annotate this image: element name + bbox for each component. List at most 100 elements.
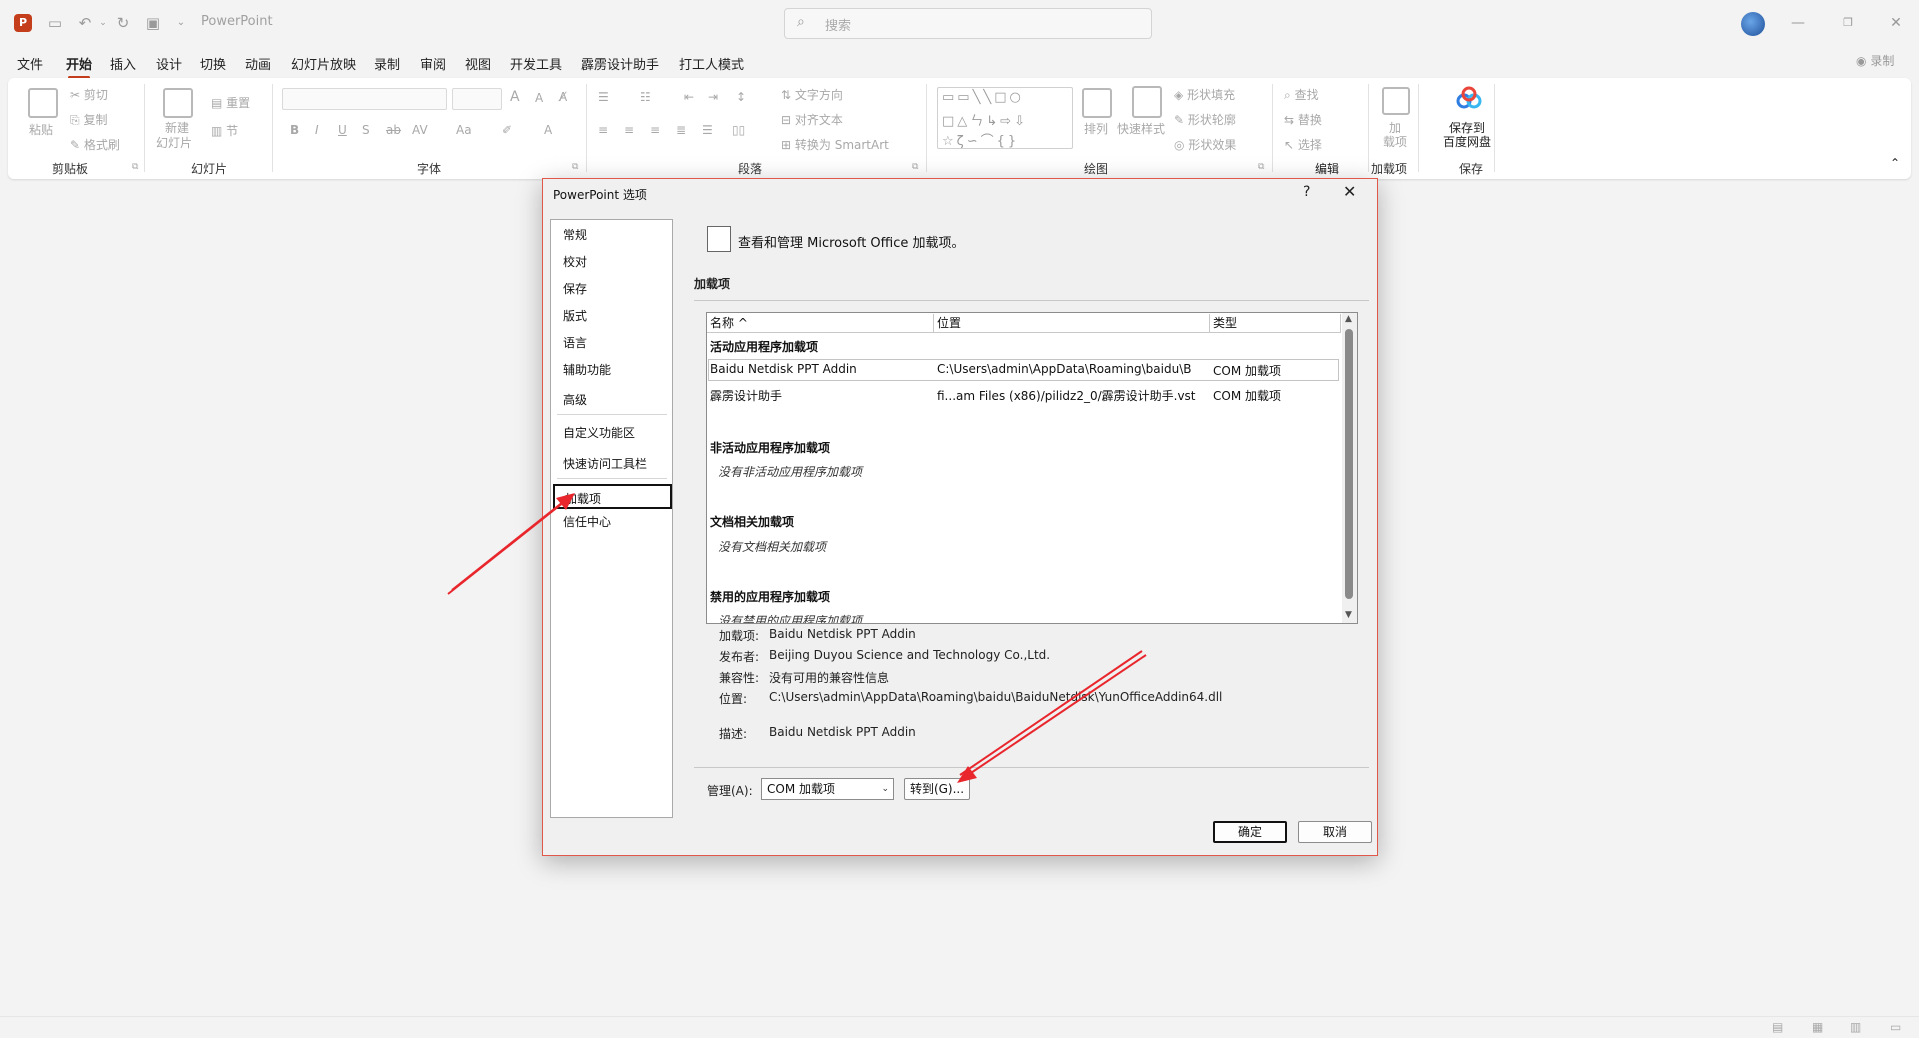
shapes-row-3-icon[interactable]: ☆ζ∽⌒{} bbox=[942, 130, 1019, 149]
clipboard-launcher-icon[interactable]: ⧉ bbox=[132, 162, 138, 172]
addins-icon[interactable] bbox=[1382, 87, 1410, 115]
customize-qat-icon[interactable]: ⌄ bbox=[170, 12, 192, 34]
addins-list[interactable]: 名称 ^ 位置 类型 活动应用程序加载项 Baidu Netdisk PPT A… bbox=[706, 312, 1358, 624]
list-scrollbar[interactable]: ▲ ▼ bbox=[1342, 313, 1357, 623]
save-to-netdisk-label-2[interactable]: 百度网盘 bbox=[1443, 133, 1491, 150]
row-1-name[interactable]: Baidu Netdisk PPT Addin bbox=[710, 362, 932, 376]
record-button[interactable]: ◉ 录制 bbox=[1856, 52, 1894, 69]
close-window-icon[interactable]: ✕ bbox=[1884, 12, 1908, 34]
shape-outline-button[interactable]: ✎ 形状轮廓 bbox=[1174, 111, 1236, 128]
redo-icon[interactable]: ↻ bbox=[112, 12, 134, 34]
tab-review[interactable]: 审阅 bbox=[420, 54, 446, 73]
baidu-netdisk-icon[interactable] bbox=[1455, 86, 1483, 112]
shapes-row-1-icon[interactable]: ▭▭╲╲□○ bbox=[942, 90, 1024, 105]
paragraph-launcher-icon[interactable]: ⧉ bbox=[912, 162, 918, 172]
row-1-type[interactable]: COM 加载项 bbox=[1213, 362, 1339, 379]
reading-view-icon[interactable]: ▥ bbox=[1850, 1020, 1861, 1034]
nav-language[interactable]: 语言 bbox=[563, 334, 587, 351]
tab-pili-assistant[interactable]: 霹雳设计助手 bbox=[581, 54, 659, 73]
font-launcher-icon[interactable]: ⧉ bbox=[572, 162, 578, 172]
decrease-indent-icon[interactable]: ⇤ bbox=[684, 90, 694, 104]
save-icon[interactable]: ▭ bbox=[44, 12, 66, 34]
row-1-location[interactable]: C:\Users\admin\AppData\Roaming\baidu\B bbox=[937, 362, 1209, 376]
normal-view-icon[interactable]: ▤ bbox=[1772, 1020, 1783, 1034]
shape-fill-button[interactable]: ◈ 形状填充 bbox=[1174, 86, 1235, 103]
nav-trust-center[interactable]: 信任中心 bbox=[563, 513, 611, 530]
nav-general[interactable]: 常规 bbox=[563, 226, 587, 243]
grow-font-button[interactable]: A bbox=[510, 89, 520, 105]
search-input[interactable]: ⌕ 搜索 bbox=[784, 8, 1152, 39]
bullets-icon[interactable]: ☰ bbox=[598, 90, 609, 104]
tab-insert[interactable]: 插入 bbox=[110, 54, 136, 73]
row-2-location[interactable]: fi...am Files (x86)/pilidz2_0/霹雳设计助手.vst bbox=[937, 387, 1209, 404]
sorter-view-icon[interactable]: ▦ bbox=[1812, 1020, 1823, 1034]
arrange-button[interactable]: 排列 bbox=[1084, 120, 1108, 137]
undo-dropdown-icon[interactable]: ⌄ bbox=[92, 12, 114, 34]
smartart-button[interactable]: ⊞ 转换为 SmartArt bbox=[781, 136, 889, 153]
font-name-combo[interactable] bbox=[282, 88, 447, 110]
nav-proofing[interactable]: 校对 bbox=[563, 253, 587, 270]
clear-format-icon[interactable]: A̸ bbox=[559, 90, 567, 104]
minimize-icon[interactable]: — bbox=[1786, 12, 1810, 34]
font-size-combo[interactable] bbox=[452, 88, 502, 110]
nav-customize-ribbon[interactable]: 自定义功能区 bbox=[563, 424, 635, 441]
increase-indent-icon[interactable]: ⇥ bbox=[708, 90, 718, 104]
justify-icon[interactable]: ≣ bbox=[676, 123, 686, 137]
new-slide-icon[interactable] bbox=[163, 88, 193, 118]
paste-icon[interactable] bbox=[28, 88, 58, 118]
tab-design[interactable]: 设计 bbox=[156, 54, 182, 73]
shapes-row-2-icon[interactable]: □△ㄣ↳⇨⇩ bbox=[942, 110, 1028, 129]
manage-select[interactable]: COM 加载项 ⌄ bbox=[761, 778, 894, 800]
close-icon[interactable]: ✕ bbox=[1343, 182, 1356, 201]
quick-styles-icon[interactable] bbox=[1132, 86, 1162, 118]
collapse-ribbon-icon[interactable]: ⌃ bbox=[1890, 156, 1900, 170]
underline-button[interactable]: U bbox=[338, 123, 347, 137]
row-2-type[interactable]: COM 加载项 bbox=[1213, 387, 1339, 404]
line-spacing-icon[interactable]: ↕ bbox=[736, 90, 746, 104]
present-icon[interactable]: ▣ bbox=[142, 12, 164, 34]
slideshow-view-icon[interactable]: ▭ bbox=[1890, 1020, 1901, 1034]
restore-icon[interactable]: ❐ bbox=[1836, 12, 1860, 34]
find-button[interactable]: ⌕ 查找 bbox=[1284, 86, 1319, 103]
strikethrough-button[interactable]: ab bbox=[386, 123, 401, 137]
font-color-button[interactable]: A bbox=[544, 123, 552, 137]
align-right-icon[interactable]: ≡ bbox=[650, 123, 660, 137]
column-name-header[interactable]: 名称 ^ bbox=[707, 314, 934, 333]
tab-animations[interactable]: 动画 bbox=[245, 54, 271, 73]
ok-button[interactable]: 确定 bbox=[1213, 821, 1287, 843]
quick-styles-button[interactable]: 快速样式 bbox=[1117, 120, 1165, 137]
column-type-header[interactable]: 类型 bbox=[1210, 314, 1341, 333]
help-icon[interactable]: ? bbox=[1303, 184, 1310, 200]
char-spacing-button[interactable]: AV bbox=[412, 123, 428, 137]
new-slide-label-2[interactable]: 幻灯片 bbox=[156, 134, 192, 151]
go-button[interactable]: 转到(G)... bbox=[904, 778, 970, 800]
scroll-thumb[interactable] bbox=[1345, 329, 1353, 599]
numbering-icon[interactable]: ☷ bbox=[640, 90, 651, 104]
addins-label-2[interactable]: 载项 bbox=[1383, 133, 1407, 150]
nav-save[interactable]: 保存 bbox=[563, 280, 587, 297]
tab-worker-mode[interactable]: 打工人模式 bbox=[679, 54, 744, 73]
select-button[interactable]: ↖ 选择 bbox=[1284, 136, 1322, 153]
drawing-launcher-icon[interactable]: ⧉ bbox=[1258, 162, 1264, 172]
tab-slideshow[interactable]: 幻灯片放映 bbox=[291, 54, 356, 73]
reset-button[interactable]: ▤ 重置 bbox=[211, 94, 250, 111]
nav-quick-access-toolbar[interactable]: 快速访问工具栏 bbox=[563, 455, 647, 472]
section-button[interactable]: ▥ 节 bbox=[211, 122, 238, 139]
copy-button[interactable]: ⎘ 复制 bbox=[70, 111, 107, 128]
paste-button[interactable]: 粘贴 bbox=[29, 121, 53, 138]
shapes-gallery[interactable]: ▭▭╲╲□○ □△ㄣ↳⇨⇩ ☆ζ∽⌒{} bbox=[937, 87, 1073, 149]
cancel-button[interactable]: 取消 bbox=[1298, 821, 1372, 843]
align-left-icon[interactable]: ≡ bbox=[598, 123, 608, 137]
align-center-icon[interactable]: ≡ bbox=[624, 123, 634, 137]
avatar[interactable] bbox=[1741, 12, 1765, 36]
tab-view[interactable]: 视图 bbox=[465, 54, 491, 73]
bold-button[interactable]: B bbox=[290, 123, 299, 137]
italic-button[interactable]: I bbox=[315, 123, 319, 137]
nav-accessibility[interactable]: 辅助功能 bbox=[563, 361, 611, 378]
distributed-icon[interactable]: ☰ bbox=[702, 123, 713, 137]
scroll-down-icon[interactable]: ▼ bbox=[1345, 610, 1352, 620]
tab-developer[interactable]: 开发工具 bbox=[510, 54, 562, 73]
shadow-icon[interactable]: S bbox=[362, 123, 370, 137]
nav-layout[interactable]: 版式 bbox=[563, 307, 587, 324]
shape-effects-button[interactable]: ◎ 形状效果 bbox=[1174, 136, 1236, 153]
